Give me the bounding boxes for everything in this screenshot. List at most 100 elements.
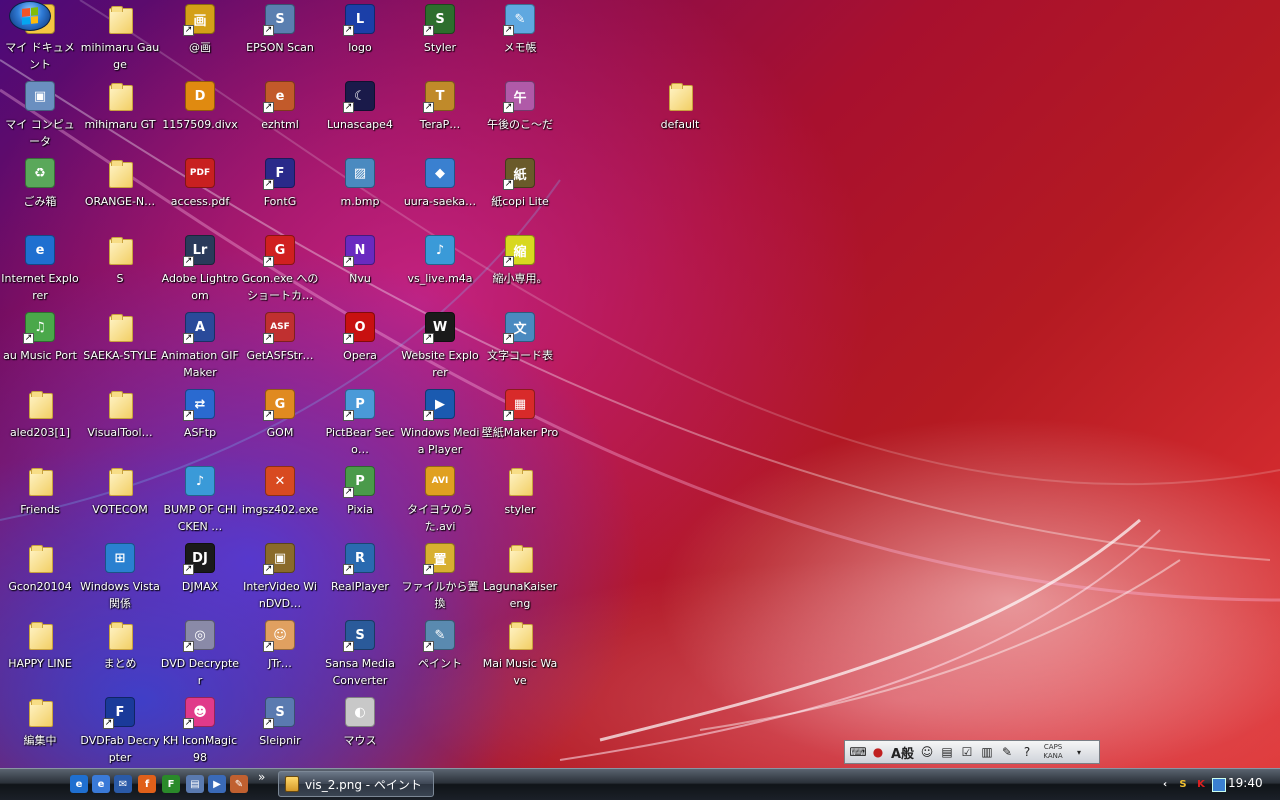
desktop-icon-sleipnir[interactable]: S ↗ Sleipnir xyxy=(240,693,320,749)
desktop-icon-votecom[interactable]: VOTECOM xyxy=(80,462,160,518)
desktop-icon-orange-n[interactable]: ORANGE-N… xyxy=(80,154,160,210)
desktop-icon-recycle-bin[interactable]: ♻ ごみ箱 xyxy=(0,154,80,210)
desktop[interactable]: 📁マイ ドキュメントmihimaru Gauge画↗@画S↗EPSON Scan… xyxy=(0,0,1280,768)
desktop-icon-paint[interactable]: ✎ ↗ ペイント xyxy=(400,616,480,672)
ime-pad-icon[interactable]: ☺ xyxy=(918,743,936,761)
desktop-icon-terapad[interactable]: T ↗ TeraP… xyxy=(400,77,480,133)
desktop-icon-lagunakaiser[interactable]: LagunaKaiser eng xyxy=(480,539,560,612)
desktop-icon-sansa[interactable]: S ↗ Sansa Media Converter xyxy=(320,616,400,689)
desktop-icon-gom[interactable]: G ↗ GOM xyxy=(240,385,320,441)
desktop-icon-kami-copi[interactable]: 紙 ↗ 紙copi Lite xyxy=(480,154,560,210)
tools-icon[interactable]: ✎ xyxy=(998,743,1016,761)
desktop-icon-wmp[interactable]: ▶ ↗ Windows Media Player xyxy=(400,385,480,458)
desktop-icon-asftp[interactable]: ⇄ ↗ ASFtp xyxy=(160,385,240,441)
desktop-icon-memo[interactable]: ✎ ↗ メモ帳 xyxy=(480,0,560,56)
desktop-icon-styler[interactable]: S ↗ Styler xyxy=(400,0,480,56)
desktop-icon-happy-line[interactable]: HAPPY LINE xyxy=(0,616,80,672)
quicklaunch-chevron[interactable]: » xyxy=(258,770,265,784)
language-bar[interactable]: ⌨ ● A般 ☺ ▤ ☑ ▥ ✎ ? CAPS KANA ▾ xyxy=(844,740,1100,764)
desktop-icon-at-ga[interactable]: 画 ↗ @画 xyxy=(160,0,240,56)
desktop-icon-iconmagic[interactable]: ☻ ↗ KH IconMagic98 xyxy=(160,693,240,766)
desktop-icon-internet-explorer[interactable]: e Internet Explorer xyxy=(0,231,80,304)
desktop-icon-intervideo[interactable]: ▣ ↗ InterVideo WinDVD… xyxy=(240,539,320,612)
clock[interactable]: 19:40 xyxy=(1228,776,1263,790)
divx-icon: D xyxy=(183,79,217,113)
desktop-icon-styler-folder[interactable]: styler xyxy=(480,462,560,518)
desktop-icon-epson-scan[interactable]: S ↗ EPSON Scan xyxy=(240,0,320,56)
keyboard-icon[interactable]: ⌨ xyxy=(849,743,867,761)
gogo-no-ko-icon: 午 ↗ xyxy=(503,79,537,113)
desktop-icon-s-folder[interactable]: S xyxy=(80,231,160,287)
desktop-icon-access-pdf[interactable]: PDF access.pdf xyxy=(160,154,240,210)
desktop-icon-default-folder[interactable]: default xyxy=(640,77,720,133)
conversion-icon[interactable]: ☑ xyxy=(958,743,976,761)
desktop-icon-label: S xyxy=(116,272,124,285)
desktop-icon-visualtool[interactable]: VisualTool… xyxy=(80,385,160,441)
desktop-icon-nvu[interactable]: N ↗ Nvu xyxy=(320,231,400,287)
langbar-options-icon[interactable]: ▾ xyxy=(1070,743,1088,761)
desktop-icon-gcon20104[interactable]: Gcon20104 xyxy=(0,539,80,595)
desktop-icon-opera[interactable]: O ↗ Opera xyxy=(320,308,400,364)
help-icon[interactable]: ? xyxy=(1018,743,1036,761)
desktop-icon-jtrim[interactable]: ☺ ↗ JTr… xyxy=(240,616,320,672)
desktop-icon-bump-of-chicken[interactable]: ♪ BUMP OF CHICKEN … xyxy=(160,462,240,535)
desktop-icon-matome[interactable]: まとめ xyxy=(80,616,160,672)
desktop-icon-ezhtml[interactable]: e ↗ ezhtml xyxy=(240,77,320,133)
desktop-icon-divx[interactable]: D 1157509.divx xyxy=(160,77,240,133)
desktop-icon-henshu-chu[interactable]: 編集中 xyxy=(0,693,80,749)
desktop-icon-taiyou-no-uta[interactable]: AVI タイヨウのうた.avi xyxy=(400,462,480,535)
quicklaunch-firefox-icon[interactable]: f xyxy=(138,775,156,793)
desktop-icon-vs-live[interactable]: ♪ vs_live.m4a xyxy=(400,231,480,287)
desktop-icon-au-music-port[interactable]: ♫ ↗ au Music Port xyxy=(0,308,80,364)
desktop-icon-friends[interactable]: Friends xyxy=(0,462,80,518)
desktop-icon-aled203[interactable]: aled203[1] xyxy=(0,385,80,441)
desktop-icon-pixia[interactable]: P ↗ Pixia xyxy=(320,462,400,518)
desktop-icon-gcon-shortcut[interactable]: G ↗ Gcon.exe へのショートカ… xyxy=(240,231,320,304)
quicklaunch-media-icon[interactable]: ▶ xyxy=(208,775,226,793)
antivirus-tray-icon[interactable]: K xyxy=(1194,778,1208,792)
ime-icon[interactable]: ● xyxy=(869,743,887,761)
folder-icon xyxy=(23,464,57,498)
clipboard-icon[interactable]: ▥ xyxy=(978,743,996,761)
desktop-icon-my-computer[interactable]: ▣ マイ コンピュータ xyxy=(0,77,80,150)
start-button[interactable] xyxy=(9,1,51,31)
desktop-icon-getasfstr[interactable]: ASF ↗ GetASFStr… xyxy=(240,308,320,364)
desktop-icon-djmax[interactable]: DJ ↗ DJMAX xyxy=(160,539,240,595)
tray-expand-arrow[interactable]: ‹ xyxy=(1158,778,1172,792)
desktop-icon-lunascape[interactable]: ☾ ↗ Lunascape4 xyxy=(320,77,400,133)
quicklaunch-explorer-icon[interactable]: ▤ xyxy=(186,775,204,793)
quicklaunch-paint-icon[interactable]: ✎ xyxy=(230,775,248,793)
desktop-icon-saeka-style[interactable]: SAEKA-STYLE xyxy=(80,308,160,364)
desktop-icon-mouse[interactable]: ◐ マウス xyxy=(320,693,400,749)
desktop-icon-realplayer[interactable]: R ↗ RealPlayer xyxy=(320,539,400,595)
desktop-icon-gogo-no-ko[interactable]: 午 ↗ 午後のこ～だ xyxy=(480,77,560,133)
desktop-icon-fontg[interactable]: F ↗ FontG xyxy=(240,154,320,210)
desktop-icon-mojicode[interactable]: 文 ↗ 文字コード表 xyxy=(480,308,560,364)
network-tray-icon[interactable] xyxy=(1212,777,1226,792)
input-mode-label[interactable]: A般 xyxy=(889,743,916,762)
desktop-icon-windows-vista[interactable]: ⊞ Windows Vista 関係 xyxy=(80,539,160,612)
quicklaunch-ie2-icon[interactable]: e xyxy=(92,775,110,793)
desktop-icon-mai-music-wave[interactable]: Mai Music Wave xyxy=(480,616,560,689)
desktop-icon-kabegami-maker[interactable]: ▦ ↗ 壁紙Maker Pro xyxy=(480,385,560,441)
desktop-icon-m-bmp[interactable]: ▨ m.bmp xyxy=(320,154,400,210)
dictionary-icon[interactable]: ▤ xyxy=(938,743,956,761)
desktop-icon-dvd-decrypter[interactable]: ◎ ↗ DVD Decrypter xyxy=(160,616,240,689)
desktop-icon-adobe-lightroom[interactable]: Lr ↗ Adobe Lightroom xyxy=(160,231,240,304)
desktop-icon-file-okikae[interactable]: 置 ↗ ファイルから置換 xyxy=(400,539,480,612)
desktop-icon-logo[interactable]: L ↗ logo xyxy=(320,0,400,56)
taskbar-button-paint[interactable]: vis_2.png - ペイント xyxy=(278,771,434,797)
desktop-icon-mihimaru-gt[interactable]: mihimaru GT xyxy=(80,77,160,133)
desktop-icon-website-explorer[interactable]: W ↗ Website Explorer xyxy=(400,308,480,381)
desktop-icon-pictbear[interactable]: P ↗ PictBear Seco… xyxy=(320,385,400,458)
quicklaunch-ftp-icon[interactable]: F xyxy=(162,775,180,793)
desktop-icon-dvdfab[interactable]: F ↗ DVDFab Decrypter xyxy=(80,693,160,766)
styler-tray-icon[interactable]: S xyxy=(1176,778,1190,792)
quicklaunch-mail-icon[interactable]: ✉ xyxy=(114,775,132,793)
desktop-icon-mihimaru-gauge[interactable]: mihimaru Gauge xyxy=(80,0,160,73)
desktop-icon-animation-gif-maker[interactable]: A ↗ Animation GIF Maker xyxy=(160,308,240,381)
desktop-icon-imgsz[interactable]: ✕ imgsz402.exe xyxy=(240,462,320,518)
desktop-icon-shukusho[interactable]: 縮 ↗ 縮小専用。 xyxy=(480,231,560,287)
desktop-icon-uura-saeka[interactable]: ◆ uura-saeka… xyxy=(400,154,480,210)
quicklaunch-ie-icon[interactable]: e xyxy=(70,775,88,793)
